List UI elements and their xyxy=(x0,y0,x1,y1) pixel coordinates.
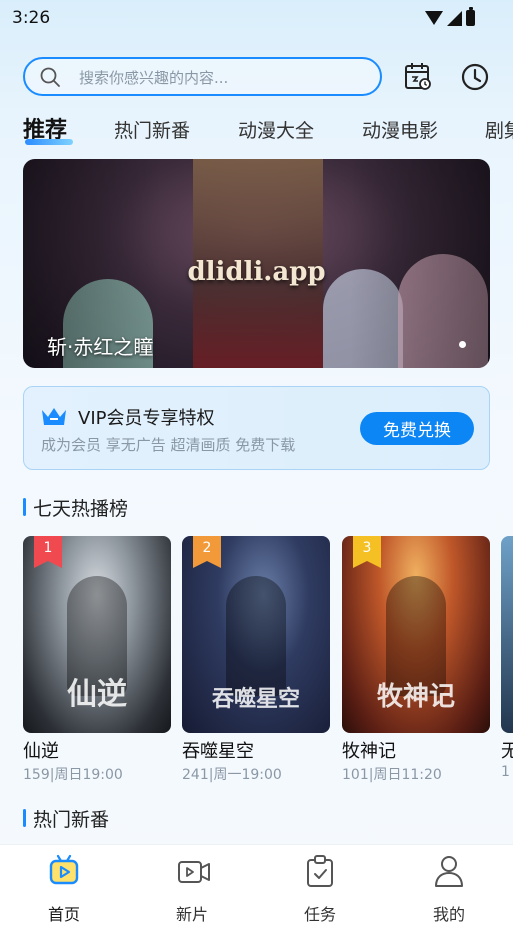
banner-watermark: dlidli.app xyxy=(187,257,326,287)
battery-icon xyxy=(466,7,475,26)
card-meta: 159|周日19:00 xyxy=(23,767,123,783)
clipboard-check-icon xyxy=(307,855,333,887)
tab-hot-new-anime[interactable]: 热门新番 xyxy=(114,116,190,143)
poster-art-title: 仙逆 xyxy=(67,677,127,712)
card-title: 仙逆 xyxy=(23,741,59,762)
cellular-signal-icon xyxy=(447,10,462,26)
nav-new[interactable]: 新片 xyxy=(152,845,232,931)
poster-art-title: 吞噬星空 xyxy=(211,686,300,712)
section-title-hot-week: 七天热播榜 xyxy=(23,494,128,521)
hot-list: 仙逆 1 仙逆 159|周日19:00 吞噬星空 2 吞噬星空 241|周一19… xyxy=(23,536,513,786)
category-tabs: 推荐 热门新番 动漫大全 动漫电影 剧集 xyxy=(23,112,513,152)
search-icon xyxy=(40,67,60,87)
nav-profile[interactable]: 我的 xyxy=(409,845,489,931)
system-icons xyxy=(425,7,475,27)
nav-tasks[interactable]: 任务 xyxy=(280,845,360,931)
status-time: 3:26 xyxy=(12,8,51,28)
crown-icon xyxy=(42,408,66,425)
vip-subtitle: 成为会员 享无广告 超清画质 免费下载 xyxy=(41,436,296,454)
search-bar[interactable]: 搜索你感兴趣的内容... xyxy=(23,57,382,96)
card-meta: 101|周日11:20 xyxy=(342,767,442,783)
vip-promo-card[interactable]: VIP会员专享特权 成为会员 享无广告 超清画质 免费下载 免费兑换 xyxy=(23,386,490,470)
calendar-icon[interactable] xyxy=(402,60,434,92)
list-item[interactable]: 吞噬星空 2 吞噬星空 241|周一19:00 xyxy=(182,536,330,784)
rank-badge: 2 xyxy=(193,536,221,568)
tab-anime-collection[interactable]: 动漫大全 xyxy=(238,116,314,143)
wifi-icon xyxy=(425,11,443,25)
nav-label-home: 首页 xyxy=(47,905,80,924)
card-title: 吞噬星空 xyxy=(182,741,254,762)
list-item[interactable]: 牧神记 3 牧神记 101|周日11:20 xyxy=(342,536,490,784)
card-meta: 1 xyxy=(501,764,510,780)
status-bar: 3:26 xyxy=(0,0,513,36)
active-tab-indicator xyxy=(25,139,73,145)
list-item[interactable]: 无 1 xyxy=(501,536,513,780)
vip-title: VIP会员专享特权 xyxy=(78,408,215,429)
nav-label-new: 新片 xyxy=(175,905,208,924)
list-item[interactable]: 仙逆 1 仙逆 159|周日19:00 xyxy=(23,536,171,784)
card-title: 牧神记 xyxy=(342,741,396,762)
nav-label-tasks: 任务 xyxy=(303,905,336,924)
bottom-nav: 首页 新片 任务 我的 xyxy=(0,845,513,931)
banner-title: 斩·赤红之瞳 xyxy=(47,335,154,359)
home-tv-icon xyxy=(49,854,79,885)
history-clock-icon[interactable] xyxy=(460,62,490,92)
rank-badge: 3 xyxy=(353,536,381,568)
carousel-indicator-dot[interactable] xyxy=(459,341,466,348)
poster-image: 吞噬星空 2 xyxy=(182,536,330,733)
card-meta: 241|周一19:00 xyxy=(182,767,282,783)
nav-label-profile: 我的 xyxy=(432,905,465,924)
poster-art-title: 牧神记 xyxy=(376,682,455,712)
section-title-new-anime: 热门新番 xyxy=(23,805,109,832)
search-input[interactable]: 搜索你感兴趣的内容... xyxy=(79,67,228,88)
video-camera-icon xyxy=(178,861,210,883)
featured-banner[interactable]: dlidli.app 斩·赤红之瞳 xyxy=(23,159,490,368)
poster-image: 牧神记 3 xyxy=(342,536,490,733)
tab-series[interactable]: 剧集 xyxy=(485,116,513,143)
card-title: 无 xyxy=(501,741,513,762)
redeem-button[interactable]: 免费兑换 xyxy=(360,412,474,445)
poster-figure xyxy=(226,576,286,696)
poster-image xyxy=(501,536,513,733)
rank-badge: 1 xyxy=(34,536,62,568)
nav-home[interactable]: 首页 xyxy=(24,845,104,931)
user-profile-icon xyxy=(435,856,463,887)
poster-image: 仙逆 1 xyxy=(23,536,171,733)
tab-anime-movie[interactable]: 动漫电影 xyxy=(362,116,438,143)
